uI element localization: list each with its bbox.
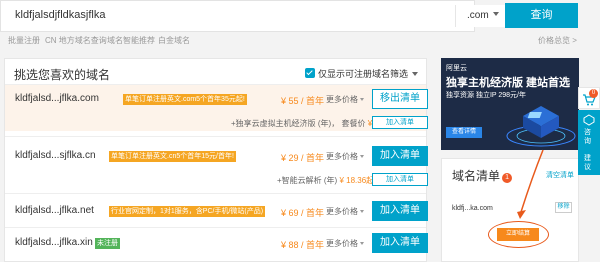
more-price-label: 更多价格 xyxy=(326,152,358,161)
subnav-price-overview[interactable]: 价格总览 > xyxy=(538,35,577,46)
addon-label: +独享云虚拟主机经济版 (年)， 套餐价 xyxy=(231,119,366,128)
addon-price: ¥ 18.36起 xyxy=(339,176,375,185)
cart-title-label: 域名清单 xyxy=(452,169,501,183)
add-to-list-button[interactable]: 加入清单 xyxy=(372,233,428,253)
suggest-label-char: 议 xyxy=(584,164,591,171)
row-divider xyxy=(5,193,426,194)
promo-badge: 行业官网定制，1对1服务，含PC/手机/微站(产品) xyxy=(109,206,266,217)
chevron-down-icon xyxy=(360,242,364,245)
consult-label-char: 询 xyxy=(584,138,591,145)
panel-title: 挑选您喜欢的域名 xyxy=(14,68,111,82)
filter-label: 筛选 xyxy=(390,69,409,79)
only-registrable-label: 仅显示可注册域名 xyxy=(318,69,391,79)
subnav-link-cn-local[interactable]: CN 地方域名查询 xyxy=(45,35,107,46)
chevron-down-icon xyxy=(360,155,364,158)
panel-header: 挑选您喜欢的域名 仅显示可注册域名 筛选 xyxy=(5,59,426,85)
row-divider xyxy=(5,136,426,137)
domain-cart-panel: 域名清单 1 清空清单 kldfj...ka.com 移除 立即结算 xyxy=(441,158,579,262)
domain-list-panel: 挑选您喜欢的域名 仅显示可注册域名 筛选 kldfjalsd...jflka.c… xyxy=(4,58,428,262)
row-main: kldfjalsd...jflka.com 单笔订单注册英文.com5个首年35… xyxy=(5,85,428,113)
more-price-link[interactable]: 更多价格 xyxy=(326,94,364,105)
row-addon: +智能云解析 (年) ¥ 18.36起 加入清单 xyxy=(5,170,428,188)
filter-dropdown[interactable]: 筛选 xyxy=(390,67,419,80)
addon-text: +智能云解析 (年) ¥ 18.36起 xyxy=(277,175,374,186)
subnav-link-batch[interactable]: 批量注册 xyxy=(8,35,40,46)
domain-row-xin: kldfjalsd...jflka.xin 未注册 ¥ 88 / 首年 更多价格… xyxy=(5,229,428,257)
server-illustration-icon xyxy=(506,106,576,147)
row-divider xyxy=(5,227,426,228)
addon-label: +智能云解析 (年) xyxy=(277,176,338,185)
more-price-label: 更多价格 xyxy=(326,95,358,104)
cart-title: 域名清单 1 xyxy=(452,167,513,184)
subnav-link-platinum[interactable]: 白金域名 xyxy=(158,35,190,46)
cart-item-domain: kldfj...ka.com xyxy=(452,205,493,212)
sub-nav: 批量注册 CN 地方域名查询 域名智能推荐 白金域名 价格总览 > xyxy=(0,34,600,46)
addon-add-button[interactable]: 加入清单 xyxy=(372,116,428,129)
only-registrable-toggle[interactable]: 仅显示可注册域名 xyxy=(305,67,390,80)
domain-name: kldfjalsd...jflka.com xyxy=(15,93,99,104)
domain-name: kldfjalsd...jflka.net xyxy=(15,205,94,216)
chevron-down-icon xyxy=(360,210,364,213)
aliyun-logo: 阿里云 xyxy=(446,65,467,72)
cart-count-badge: 1 xyxy=(502,173,513,183)
clear-cart-link[interactable]: 清空清单 xyxy=(546,170,574,180)
checkout-button[interactable]: 立即结算 xyxy=(497,228,539,241)
price: ¥ 69 / 首年 xyxy=(281,208,325,218)
query-button[interactable]: 查询 xyxy=(505,3,578,28)
cart-remove-button[interactable]: 移除 xyxy=(555,202,572,213)
tld-select-value: .com xyxy=(467,10,489,21)
chat-icon xyxy=(583,114,595,126)
suggest-label-char: 建 xyxy=(584,155,591,162)
subnav-link-recommend[interactable]: 域名智能推荐 xyxy=(107,35,155,46)
side-tools: 0 咨 询 建 议 xyxy=(578,87,600,175)
addon-add-button[interactable]: 加入清单 xyxy=(372,173,428,186)
checkbox-checked-icon[interactable] xyxy=(305,68,315,78)
add-to-list-button[interactable]: 加入清单 xyxy=(372,201,428,221)
price: ¥ 55 / 首年 xyxy=(281,96,325,106)
more-price-link[interactable]: 更多价格 xyxy=(326,206,364,217)
search-box xyxy=(0,0,475,32)
status-badge: 未注册 xyxy=(95,238,120,249)
more-price-label: 更多价格 xyxy=(326,207,358,216)
price: ¥ 29 / 首年 xyxy=(281,153,325,163)
remove-from-list-button[interactable]: 移出清单 xyxy=(372,89,428,109)
chevron-down-icon xyxy=(360,98,364,101)
addon-text: +独享云虚拟主机经济版 (年)， 套餐价 ¥ 353 xyxy=(231,118,388,129)
domain-name: kldfjalsd...sjflka.cn xyxy=(15,150,96,161)
side-cart-count: 0 xyxy=(589,89,598,98)
domain-row-com: kldfjalsd...jflka.com 单笔订单注册英文.com5个首年35… xyxy=(5,85,428,136)
domain-row-net: kldfjalsd...jflka.net 行业官网定制，1对1服务，含PC/手… xyxy=(5,197,428,225)
row-main: kldfjalsd...jflka.xin 未注册 ¥ 88 / 首年 更多价格… xyxy=(5,229,428,257)
search-bar: .com 查询 xyxy=(0,0,600,32)
promo-badge: 单笔订单注册英文.cn5个首年15元/首年! xyxy=(109,151,236,162)
search-input[interactable] xyxy=(15,9,315,21)
row-main: kldfjalsd...sjflka.cn 单笔订单注册英文.cn5个首年15元… xyxy=(5,142,428,170)
row-addon: +独享云虚拟主机经济版 (年)， 套餐价 ¥ 353 加入清单 xyxy=(5,113,428,131)
side-cart-button[interactable]: 0 xyxy=(578,87,600,109)
ad-view-details-button[interactable]: 查看详情 xyxy=(446,127,482,138)
ad-title: 独享主机经济版 建站首选 xyxy=(446,77,571,89)
chevron-down-icon xyxy=(412,72,419,76)
price: ¥ 88 / 首年 xyxy=(281,240,325,250)
chevron-down-icon xyxy=(493,12,499,16)
domain-name: kldfjalsd...jflka.xin xyxy=(15,237,93,248)
more-price-link[interactable]: 更多价格 xyxy=(326,151,364,162)
add-to-list-button[interactable]: 加入清单 xyxy=(372,146,428,166)
consult-label-char: 咨 xyxy=(584,129,591,136)
row-main: kldfjalsd...jflka.net 行业官网定制，1对1服务，含PC/手… xyxy=(5,197,428,225)
more-price-link[interactable]: 更多价格 xyxy=(326,238,364,249)
domain-row-cn: kldfjalsd...sjflka.cn 单笔订单注册英文.cn5个首年15元… xyxy=(5,142,428,193)
promo-badge: 单笔订单注册英文.com5个首年35元起! xyxy=(123,94,247,105)
consult-button[interactable]: 咨 询 建 议 xyxy=(578,110,600,175)
more-price-label: 更多价格 xyxy=(326,239,358,248)
ad-banner[interactable]: 阿里云 独享主机经济版 建站首选 独享资源 独立IP 298元/年 查看详情 xyxy=(441,58,579,150)
